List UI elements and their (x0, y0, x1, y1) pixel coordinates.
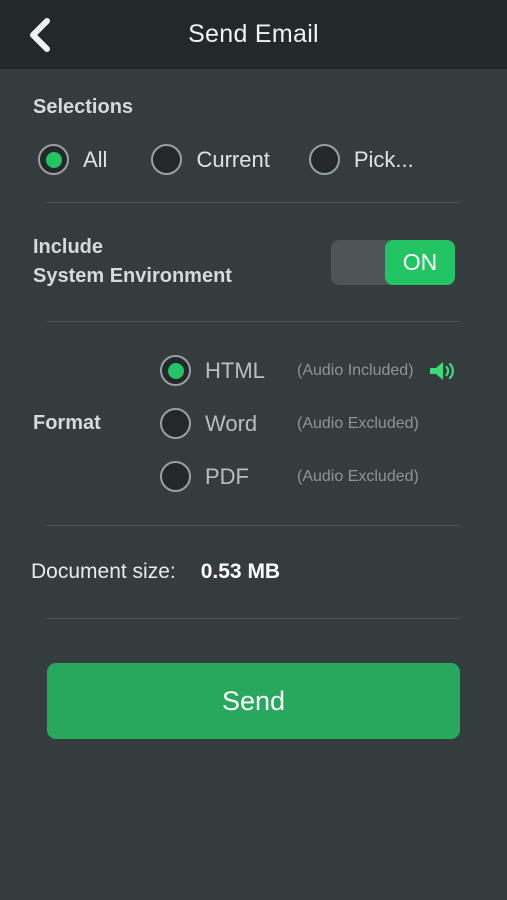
selections-radio-group: All Current Pick... (0, 144, 507, 202)
selections-section: Selections All Current Pick... (0, 69, 507, 202)
selection-option-all[interactable]: All (38, 144, 107, 175)
format-note-pdf: (Audio Excluded) (297, 467, 419, 485)
speaker-icon (428, 359, 455, 383)
format-option-pdf[interactable]: PDF (Audio Excluded) (160, 450, 507, 503)
toggle-knob[interactable]: ON (385, 239, 455, 285)
page-title: Send Email (188, 20, 319, 48)
format-radio-group: HTML (Audio Included) Word (Audio Exclud… (160, 344, 507, 503)
app-header: Send Email (0, 0, 507, 69)
format-option-html[interactable]: HTML (Audio Included) (160, 344, 507, 397)
settings-body: Selections All Current Pick... Include S… (0, 69, 507, 739)
selection-label-all: All (83, 146, 108, 172)
selection-label-current: Current (196, 146, 270, 172)
format-option-word[interactable]: Word (Audio Excluded) (160, 397, 507, 450)
include-system-environment-section: Include System Environment ON (0, 203, 507, 321)
selections-title: Selections (33, 96, 134, 118)
radio-icon-word[interactable] (160, 408, 191, 439)
radio-icon-current[interactable] (151, 144, 183, 175)
document-size-section: Document size: 0.53 MB (0, 526, 507, 618)
radio-icon-html[interactable] (160, 355, 191, 386)
send-button-container: Send (0, 619, 507, 739)
send-email-screen: Send Email Selections All Current Pick..… (0, 0, 507, 900)
document-size-value: 0.53 MB (200, 560, 281, 583)
radio-icon-pick[interactable] (308, 144, 340, 175)
back-button[interactable] (14, 9, 66, 61)
selection-option-current[interactable]: Current (151, 144, 270, 175)
format-title: Format (33, 412, 101, 434)
chevron-left-icon (27, 17, 53, 52)
format-section: Format HTML (Audio Included) Word (Audio… (0, 322, 507, 525)
selection-label-pick: Pick... (353, 146, 414, 172)
include-label-line1: Include (33, 236, 104, 258)
radio-icon-pdf[interactable] (160, 461, 191, 492)
radio-icon-all[interactable] (38, 144, 69, 175)
format-label-pdf: PDF (205, 463, 249, 489)
document-size-label: Document size: (31, 560, 176, 583)
include-label-line2: System Environment (33, 265, 232, 287)
include-system-environment-toggle[interactable]: ON (331, 239, 455, 285)
format-label-word: Word (205, 410, 258, 436)
selection-option-pick[interactable]: Pick... (308, 144, 414, 175)
include-system-environment-label: Include System Environment (33, 233, 232, 291)
send-button[interactable]: Send (47, 663, 460, 739)
format-label-html: HTML (205, 357, 265, 383)
format-note-word: (Audio Excluded) (297, 414, 419, 432)
format-note-html: (Audio Included) (297, 361, 414, 379)
